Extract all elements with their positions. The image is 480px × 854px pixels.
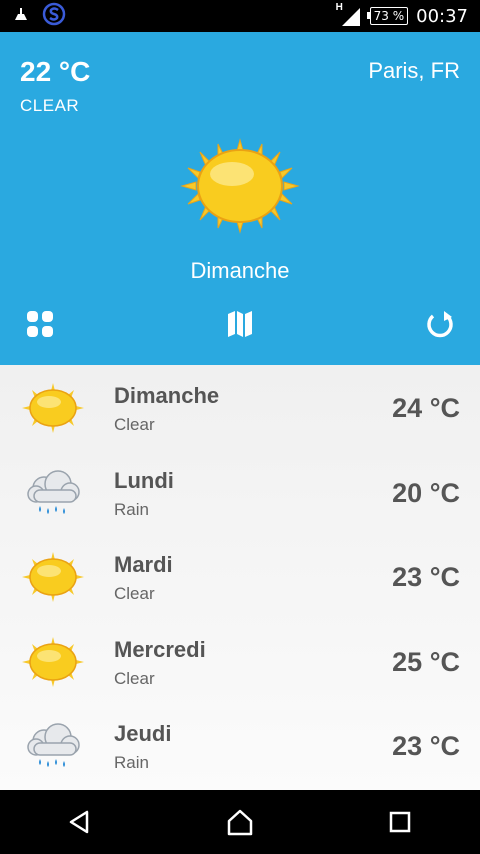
current-condition: CLEAR [20, 96, 80, 115]
refresh-icon[interactable] [422, 306, 458, 342]
app-s-icon [42, 2, 66, 31]
rain-cloud-icon [22, 468, 84, 518]
forecast-desc: Clear [114, 584, 155, 604]
current-day: Dimanche [190, 258, 290, 283]
forecast-desc: Rain [114, 753, 149, 773]
city-label[interactable]: Paris, FR [368, 58, 460, 84]
cleaner-icon [12, 5, 30, 28]
forecast-day: Jeudi [114, 721, 172, 747]
signal-icon: H [336, 2, 362, 27]
forecast-day: Lundi [114, 467, 174, 493]
forecast-day: Mardi [114, 552, 173, 578]
sun-icon [22, 636, 84, 687]
battery-indicator: 73 % [366, 7, 409, 25]
list-item[interactable]: Lundi Rain 20 °C [0, 450, 480, 535]
forecast-day: Mercredi [114, 636, 206, 662]
sun-icon [22, 552, 84, 603]
navigation-bar [0, 790, 480, 854]
home-icon[interactable] [220, 802, 260, 842]
list-item[interactable]: Dimanche Clear 24 °C [0, 365, 480, 450]
forecast-temp: 24 °C [392, 393, 460, 423]
forecast-desc: Rain [114, 499, 149, 519]
forecast-day: Dimanche [114, 383, 220, 408]
list-item[interactable]: Mardi Clear 23 °C [0, 534, 480, 619]
back-icon[interactable] [60, 802, 100, 842]
list-item[interactable]: Mercredi Clear 25 °C [0, 619, 480, 704]
forecast-temp: 23 °C [392, 562, 460, 593]
list-item[interactable]: Jeudi Rain 23 °C [0, 703, 480, 788]
rain-cloud-icon [22, 721, 84, 771]
map-icon[interactable] [222, 306, 258, 342]
current-temperature: 22 °C [20, 56, 91, 87]
forecast-temp: 25 °C [392, 646, 460, 677]
clock: 00:37 [416, 5, 468, 27]
forecast-temp: 23 °C [392, 731, 460, 762]
grid-icon[interactable] [22, 306, 58, 342]
forecast-list: Dimanche Clear 24 °C Lundi Rain 20 °C Ma… [0, 365, 480, 790]
forecast-desc: Clear [114, 668, 155, 688]
forecast-desc: Clear [114, 415, 155, 434]
current-weather-header: 22 °C CLEAR Paris, FR Dimanche [0, 32, 480, 365]
status-bar: H 73 % 00:37 [0, 0, 480, 32]
forecast-temp: 20 °C [392, 477, 460, 508]
recents-icon[interactable] [380, 802, 420, 842]
sun-icon [22, 383, 84, 433]
sun-icon [180, 138, 300, 234]
